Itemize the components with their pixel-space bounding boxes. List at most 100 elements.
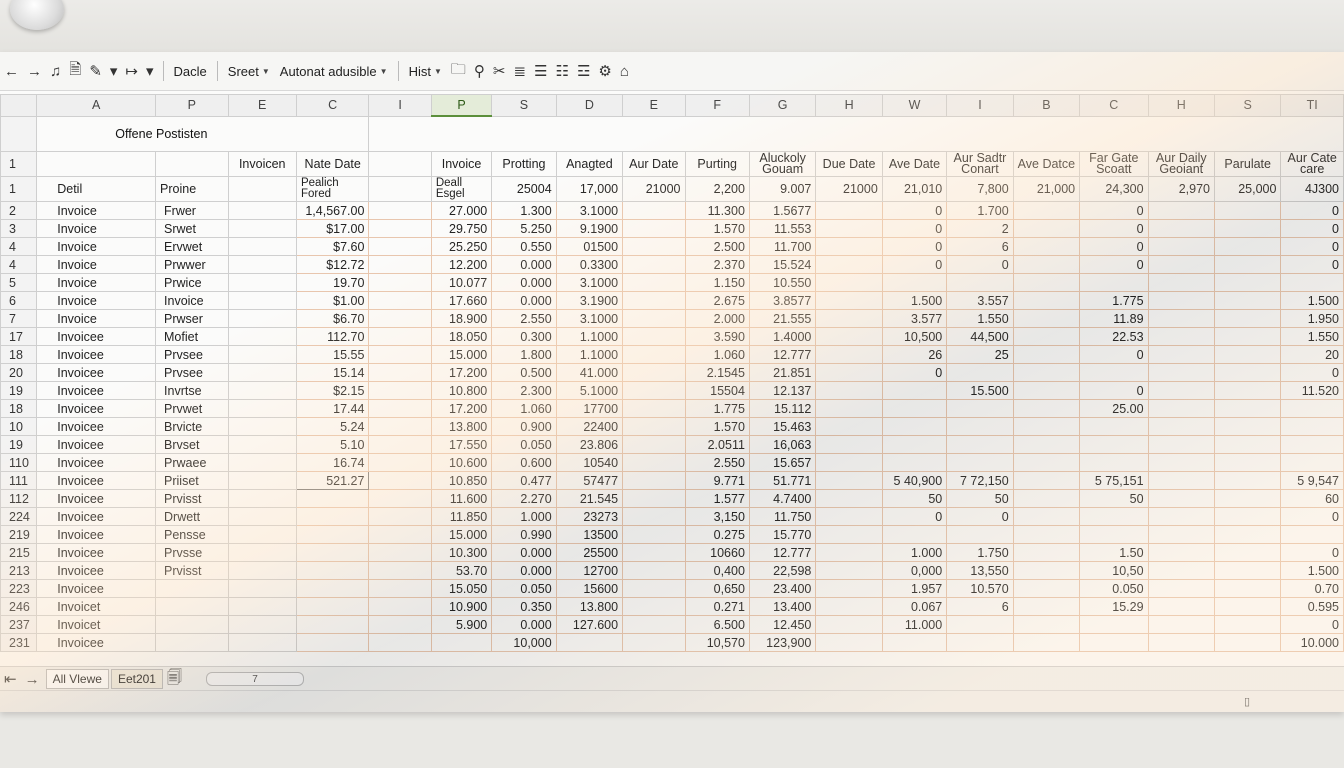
cell[interactable]: 2.370: [684, 255, 750, 274]
cell[interactable]: 0: [1079, 255, 1149, 274]
cell[interactable]: 3.577: [881, 309, 948, 328]
cell[interactable]: [881, 381, 948, 400]
cell[interactable]: [1012, 471, 1081, 490]
cell[interactable]: 22.53: [1079, 327, 1149, 346]
cell[interactable]: [368, 597, 432, 616]
column-title-cell[interactable]: [36, 151, 157, 177]
cell[interactable]: Prwice: [155, 273, 229, 292]
cell[interactable]: 11.600: [430, 489, 493, 508]
cell[interactable]: [295, 525, 370, 544]
row-header[interactable]: 7: [0, 309, 38, 328]
bullets-icon[interactable]: ☷: [552, 62, 573, 80]
cell[interactable]: [881, 453, 948, 472]
cell[interactable]: 2.270: [491, 489, 557, 508]
cell[interactable]: [1147, 399, 1215, 418]
cell[interactable]: 1.000: [491, 507, 557, 526]
cell[interactable]: [1147, 273, 1215, 292]
cell[interactable]: [815, 291, 883, 310]
cell[interactable]: [815, 309, 883, 328]
cell[interactable]: [1147, 381, 1215, 400]
summary-cell[interactable]: 2,200: [684, 176, 750, 202]
cell[interactable]: [295, 579, 370, 598]
list-icon[interactable]: ☰: [530, 62, 551, 80]
row-header[interactable]: 20: [0, 363, 38, 382]
cell[interactable]: [295, 489, 370, 508]
cell[interactable]: [622, 435, 686, 454]
cell[interactable]: [1280, 435, 1344, 454]
column-title-cell[interactable]: Due Date: [815, 151, 883, 177]
cell[interactable]: [1147, 291, 1215, 310]
cell[interactable]: 15.55: [295, 345, 370, 364]
cell[interactable]: 0: [1280, 255, 1344, 274]
cell[interactable]: [622, 633, 686, 652]
cell[interactable]: [227, 417, 297, 436]
cell[interactable]: 1.775: [684, 399, 750, 418]
row-header[interactable]: 18: [0, 345, 38, 364]
cell[interactable]: 3.1000: [555, 273, 624, 292]
cell[interactable]: [1012, 453, 1081, 472]
cell[interactable]: 16,063: [748, 435, 817, 454]
cell[interactable]: 17.550: [430, 435, 493, 454]
cell[interactable]: [622, 363, 686, 382]
summary-cell[interactable]: Detil: [36, 176, 157, 202]
cell[interactable]: 18.900: [430, 309, 493, 328]
cell[interactable]: 0: [881, 201, 948, 220]
cell[interactable]: [622, 579, 686, 598]
cell[interactable]: [1147, 543, 1215, 562]
summary-cell[interactable]: 7,800: [946, 176, 1014, 202]
cell[interactable]: 1.950: [1280, 309, 1344, 328]
cell[interactable]: [1213, 597, 1282, 616]
cell[interactable]: [368, 507, 432, 526]
cell[interactable]: 0.050: [491, 435, 557, 454]
cell[interactable]: 15504: [684, 381, 750, 400]
cell[interactable]: 5 40,900: [881, 471, 948, 490]
cell[interactable]: Prwwer: [155, 255, 229, 274]
cell[interactable]: [815, 525, 883, 544]
cell[interactable]: 6.500: [684, 615, 750, 634]
cell[interactable]: [227, 507, 297, 526]
cell[interactable]: [1012, 381, 1081, 400]
cell[interactable]: [1079, 507, 1149, 526]
sheet-tab-all-views[interactable]: All Vlewe: [45, 669, 109, 689]
cell[interactable]: 1.957: [881, 579, 948, 598]
cell[interactable]: [622, 489, 686, 508]
cell[interactable]: [227, 597, 297, 616]
cell[interactable]: [1280, 399, 1344, 418]
column-title-cell[interactable]: [155, 151, 229, 177]
cell[interactable]: [1147, 345, 1215, 364]
cell[interactable]: [1147, 579, 1215, 598]
next-sheet-icon[interactable]: →: [21, 671, 44, 688]
cell[interactable]: [1012, 201, 1081, 220]
cell[interactable]: [1147, 201, 1215, 220]
cell[interactable]: [881, 417, 948, 436]
cell[interactable]: [1012, 489, 1081, 508]
row-header[interactable]: 4: [0, 255, 38, 274]
cell[interactable]: 2.1545: [684, 363, 750, 382]
cell[interactable]: 11.750: [748, 507, 817, 526]
cell[interactable]: Invoice: [36, 273, 157, 292]
cell[interactable]: [368, 309, 432, 328]
cell[interactable]: [368, 489, 432, 508]
save-icon[interactable]: 🗎: [65, 59, 85, 84]
cell[interactable]: [368, 237, 432, 256]
cell[interactable]: 20: [1280, 345, 1344, 364]
summary-cell[interactable]: 25004: [491, 176, 557, 202]
cell[interactable]: 0: [1280, 237, 1344, 256]
cell[interactable]: [1280, 417, 1344, 436]
cell[interactable]: [227, 219, 297, 238]
cell[interactable]: 10.900: [430, 597, 493, 616]
cell[interactable]: 1.060: [684, 345, 750, 364]
cell[interactable]: [881, 435, 948, 454]
row-header[interactable]: 246: [0, 597, 38, 616]
sreet-dropdown[interactable]: Sreet ▼: [223, 64, 275, 79]
cell[interactable]: 0.500: [491, 363, 557, 382]
cell[interactable]: [1147, 597, 1215, 616]
cell[interactable]: [622, 219, 686, 238]
cell[interactable]: Drwett: [155, 507, 229, 526]
cell[interactable]: 0: [1079, 219, 1149, 238]
cell[interactable]: Mofiet: [155, 327, 229, 346]
cell[interactable]: 0,000: [881, 561, 948, 580]
cell[interactable]: 112.70: [295, 327, 370, 346]
cell[interactable]: 12.450: [748, 615, 817, 634]
sheet-tab-eet201[interactable]: Eet201: [110, 669, 163, 689]
